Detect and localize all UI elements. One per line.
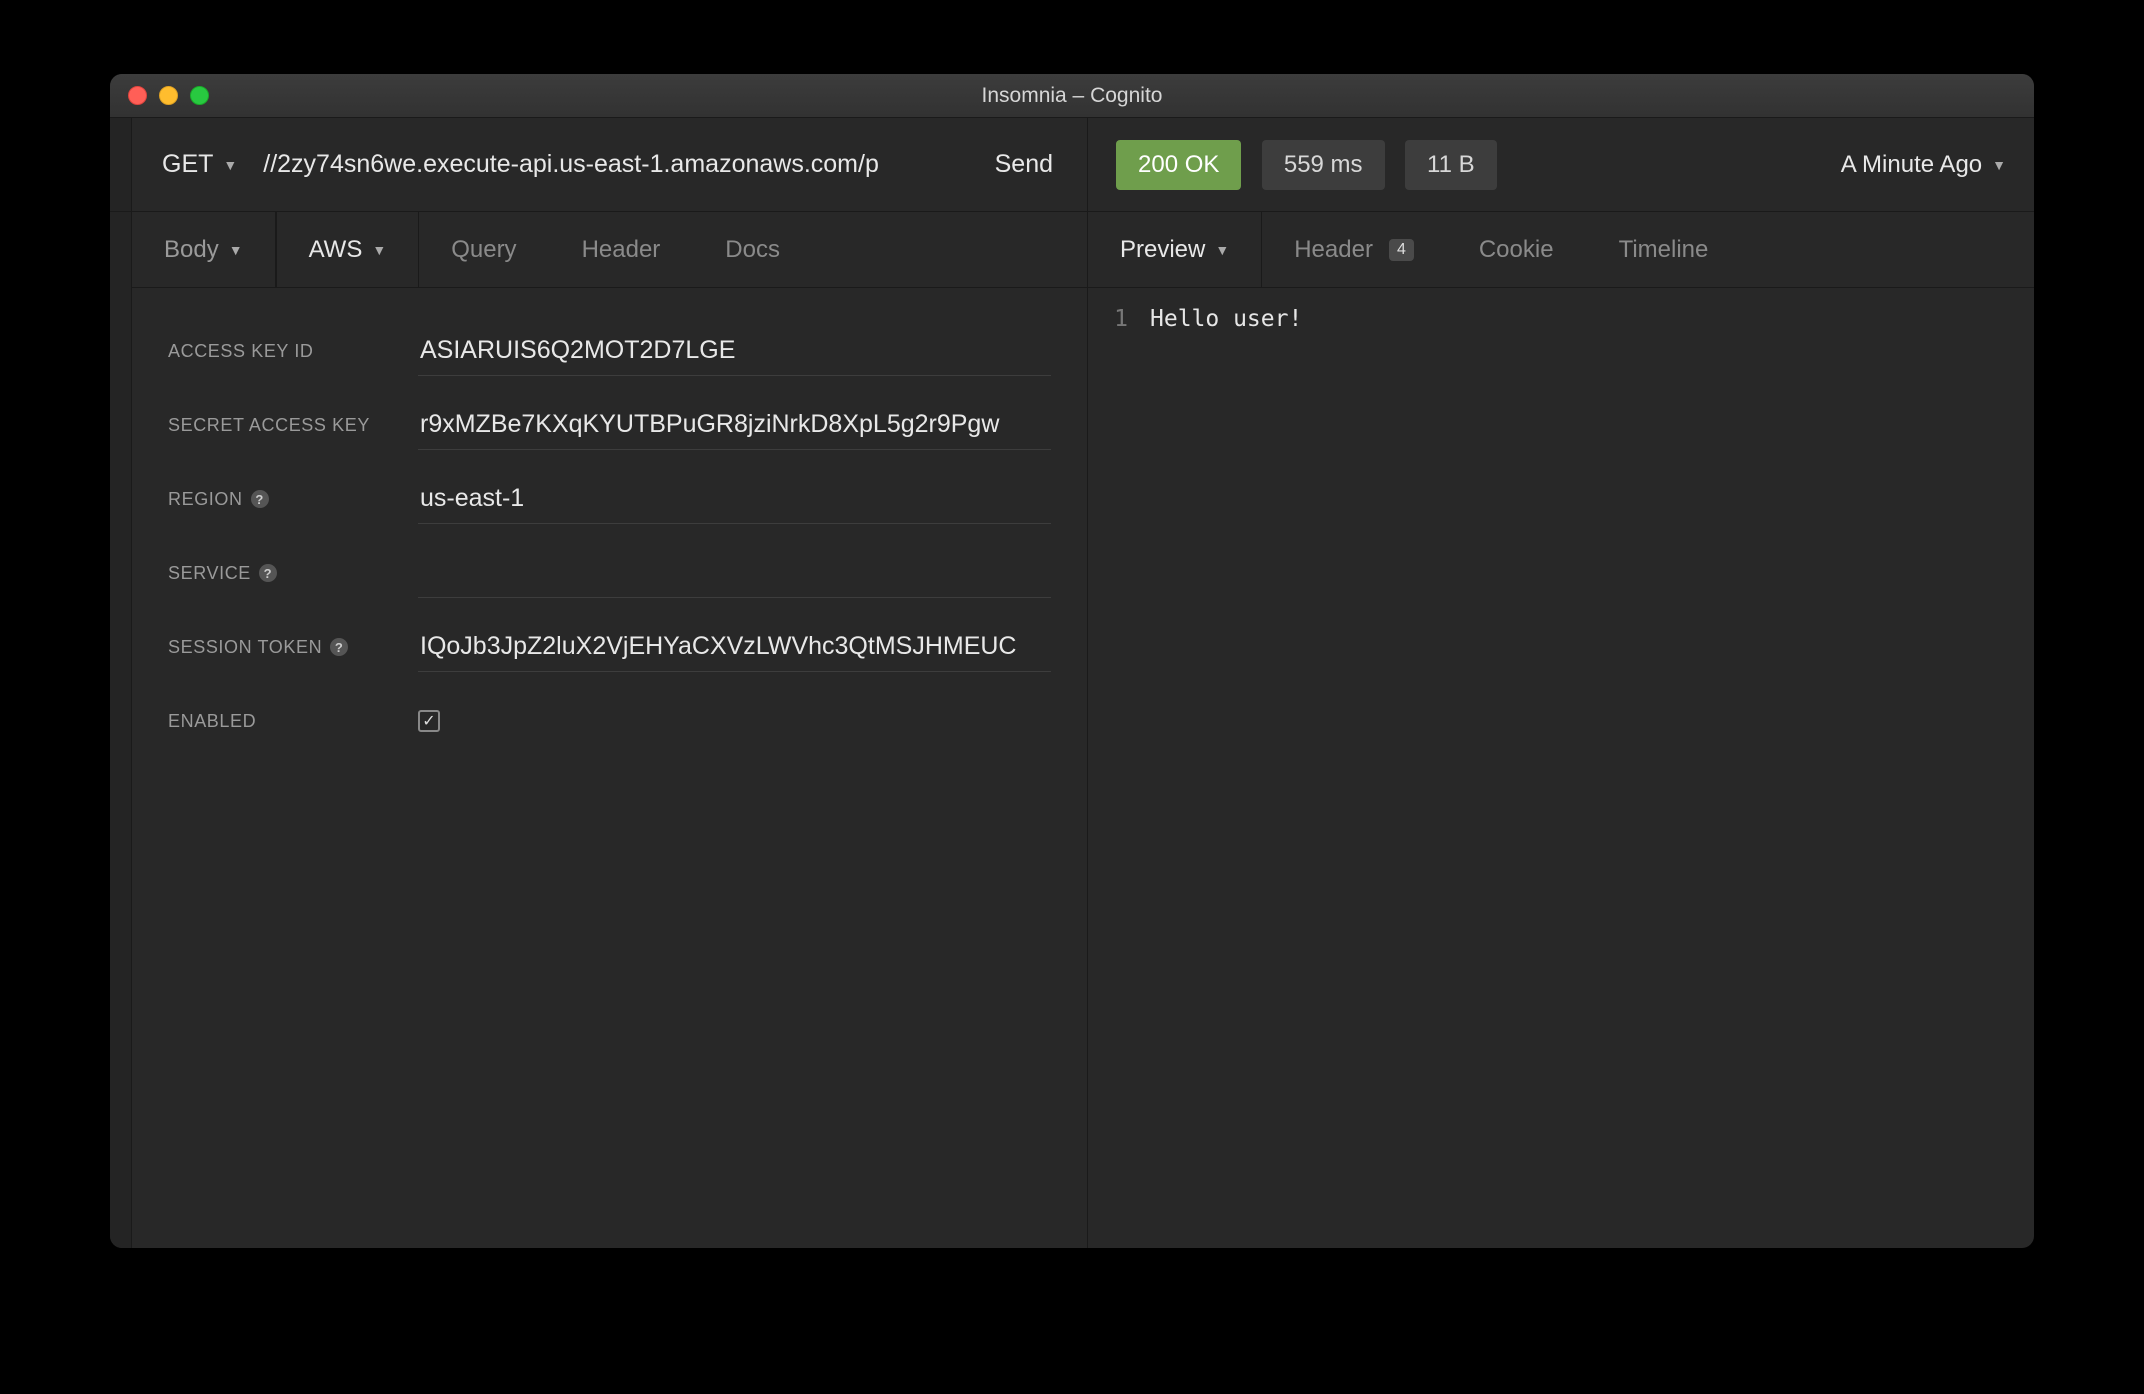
row-service: SERVICE ? (168, 536, 1051, 610)
tab-header[interactable]: Header (550, 212, 694, 287)
chevron-down-icon: ▼ (1215, 242, 1229, 258)
chevron-down-icon: ▼ (1992, 157, 2006, 173)
input-region[interactable] (418, 474, 1051, 524)
row-session-token: SESSION TOKEN ? (168, 610, 1051, 684)
input-session-token[interactable] (418, 622, 1051, 672)
response-pane: Preview ▼ Header 4 Cookie Timeline (1088, 212, 2034, 1248)
aws-auth-form: ACCESS KEY ID SECRET ACCESS KEY REGION ? (132, 288, 1087, 784)
tab-preview[interactable]: Preview ▼ (1088, 212, 1262, 287)
tab-body-label: Body (164, 236, 219, 264)
main-split: Body ▼ AWS ▼ Query Header (110, 212, 2034, 1248)
tab-timeline-label: Timeline (1619, 236, 1709, 264)
request-bar: GET ▼ Send 200 OK 559 ms 11 B A Minute A… (110, 118, 2034, 212)
window-title: Insomnia – Cognito (110, 84, 2034, 108)
window-controls (110, 86, 209, 105)
tab-docs[interactable]: Docs (693, 212, 813, 287)
titlebar: Insomnia – Cognito (110, 74, 2034, 118)
http-method-label: GET (162, 150, 213, 179)
response-history-dropdown[interactable]: A Minute Ago ▼ (1841, 151, 2006, 179)
response-body[interactable]: 1 Hello user! (1088, 288, 2034, 1248)
zoom-icon[interactable] (190, 86, 209, 105)
line-number: 1 (1110, 306, 1128, 1230)
help-icon[interactable]: ? (330, 638, 348, 656)
label-service: SERVICE ? (168, 563, 418, 584)
header-count-badge: 4 (1389, 239, 1414, 261)
tab-aws-label: AWS (309, 236, 363, 264)
input-access-key-id[interactable] (418, 326, 1051, 376)
response-status-group: 200 OK 559 ms 11 B (1116, 140, 1513, 190)
tab-docs-label: Docs (725, 236, 780, 264)
tab-response-header[interactable]: Header 4 (1262, 212, 1447, 287)
tab-preview-label: Preview (1120, 236, 1205, 264)
checkbox-enabled[interactable]: ✓ (418, 710, 440, 732)
label-region: REGION ? (168, 489, 418, 510)
response-text: Hello user! (1150, 306, 1302, 1230)
input-service[interactable] (418, 548, 1051, 598)
http-method-select[interactable]: GET ▼ (132, 118, 263, 211)
sidebar-gutter (110, 212, 132, 1248)
tab-header-label: Header (582, 236, 661, 264)
request-side: GET ▼ Send (132, 118, 1088, 211)
tab-response-header-label: Header (1294, 236, 1373, 264)
tab-timeline[interactable]: Timeline (1587, 212, 1742, 287)
minimize-icon[interactable] (159, 86, 178, 105)
tab-aws[interactable]: AWS ▼ (276, 212, 420, 287)
tab-cookie-label: Cookie (1479, 236, 1554, 264)
label-secret-access-key: SECRET ACCESS KEY (168, 415, 418, 436)
chevron-down-icon: ▼ (229, 242, 243, 258)
request-pane: Body ▼ AWS ▼ Query Header (110, 212, 1088, 1248)
response-side: 200 OK 559 ms 11 B A Minute Ago ▼ (1088, 118, 2034, 211)
row-region: REGION ? (168, 462, 1051, 536)
help-icon[interactable]: ? (259, 564, 277, 582)
row-access-key-id: ACCESS KEY ID (168, 314, 1051, 388)
response-time-badge[interactable]: 559 ms (1262, 140, 1385, 190)
label-enabled: ENABLED (168, 711, 418, 732)
app-window: Insomnia – Cognito GET ▼ Send 200 OK 559… (110, 74, 2034, 1248)
row-secret-access-key: SECRET ACCESS KEY (168, 388, 1051, 462)
label-access-key-id: ACCESS KEY ID (168, 341, 418, 362)
chevron-down-icon: ▼ (372, 242, 386, 258)
close-icon[interactable] (128, 86, 147, 105)
response-size-badge[interactable]: 11 B (1405, 140, 1497, 190)
input-secret-access-key[interactable] (418, 400, 1051, 450)
response-tabs: Preview ▼ Header 4 Cookie Timeline (1088, 212, 2034, 288)
response-age-label: A Minute Ago (1841, 151, 1982, 179)
tab-query[interactable]: Query (419, 212, 549, 287)
url-input[interactable] (263, 118, 960, 211)
sidebar-gutter (110, 118, 132, 211)
tab-query-label: Query (451, 236, 516, 264)
chevron-down-icon: ▼ (223, 157, 237, 173)
status-badge[interactable]: 200 OK (1116, 140, 1241, 190)
help-icon[interactable]: ? (251, 490, 269, 508)
request-tabs: Body ▼ AWS ▼ Query Header (132, 212, 1087, 288)
tab-cookie[interactable]: Cookie (1447, 212, 1587, 287)
send-button[interactable]: Send (961, 118, 1087, 211)
row-enabled: ENABLED ✓ (168, 684, 1051, 758)
tab-body[interactable]: Body ▼ (132, 212, 276, 287)
label-session-token: SESSION TOKEN ? (168, 637, 418, 658)
